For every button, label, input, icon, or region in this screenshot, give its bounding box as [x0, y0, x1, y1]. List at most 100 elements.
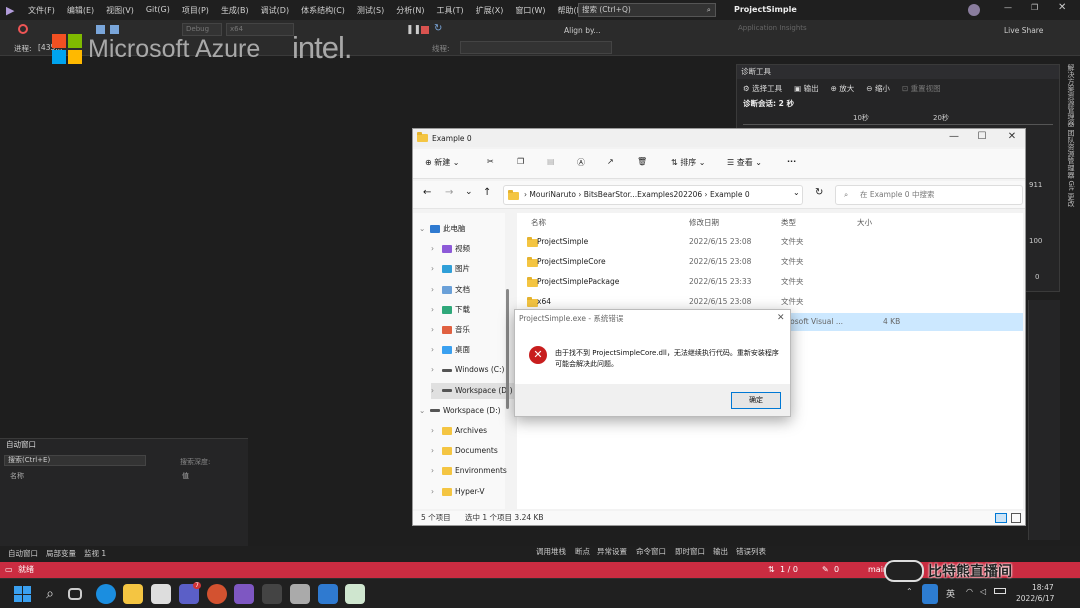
chevron-down-icon[interactable]: ⌄	[419, 403, 427, 419]
volume-icon[interactable]: ◁	[980, 587, 986, 596]
restore-icon[interactable]: ❐	[1031, 3, 1038, 12]
app-icon[interactable]	[345, 584, 365, 604]
chevron-right-icon[interactable]: ›	[431, 383, 439, 399]
pencil-icon[interactable]: ✎	[822, 562, 829, 578]
microphone-icon[interactable]	[922, 584, 938, 604]
forward-icon[interactable]: →	[445, 187, 453, 198]
up-icon[interactable]: ↑	[483, 187, 491, 198]
tab-locals[interactable]: 局部变量	[46, 548, 76, 559]
share-icon[interactable]: ↗	[607, 157, 614, 166]
tab-error-list[interactable]: 错误列表	[736, 546, 766, 557]
reset-view-button[interactable]: ⊡ 重置视图	[902, 83, 941, 94]
chevron-right-icon[interactable]: ›	[431, 302, 439, 318]
chevron-down-icon[interactable]: ⌄	[465, 187, 473, 197]
chevron-right-icon[interactable]: ›	[431, 443, 439, 459]
chevron-right-icon[interactable]: ›	[431, 241, 439, 257]
pause-icon[interactable]: ❚❚	[406, 25, 421, 35]
menu-item[interactable]: 生成(B)	[215, 5, 255, 16]
align-by-button[interactable]: Align by...	[564, 26, 600, 35]
tab-immediate-window[interactable]: 即时窗口	[675, 546, 705, 557]
chevron-right-icon[interactable]: ›	[431, 423, 439, 439]
chevron-up-icon[interactable]: ⌃	[906, 587, 913, 596]
thread-dropdown[interactable]	[460, 41, 612, 54]
sync-icon[interactable]: ⇅	[768, 562, 775, 578]
nav-item[interactable]: › 文档	[431, 282, 517, 298]
menu-item[interactable]: 调试(D)	[255, 5, 295, 16]
menu-item[interactable]: 项目(P)	[176, 5, 215, 16]
menu-item[interactable]: 工具(T)	[430, 5, 469, 16]
new-button[interactable]: ⊕ 新建 ⌄	[425, 157, 460, 168]
file-explorer-icon[interactable]	[123, 584, 143, 604]
visual-studio-icon[interactable]	[234, 584, 254, 604]
mail-icon[interactable]	[318, 584, 338, 604]
chevron-right-icon[interactable]: ›	[431, 322, 439, 338]
menu-item[interactable]: 测试(S)	[351, 5, 390, 16]
avatar[interactable]	[968, 4, 980, 16]
status-position[interactable]: 1 / 0	[780, 562, 798, 578]
nav-item[interactable]: › Environments	[431, 463, 517, 479]
search-icon[interactable]: ⌕	[40, 584, 60, 604]
clock-date[interactable]: 2022/6/17	[1016, 594, 1054, 603]
file-row[interactable]: ProjectSimple 2022/6/15 23:08 文件夹	[517, 233, 1023, 251]
chevron-right-icon[interactable]: ›	[431, 484, 439, 500]
menu-item[interactable]: 文件(F)	[22, 5, 61, 16]
breadcrumb-item[interactable]: BitsBearStor...Examples202206	[584, 190, 702, 199]
chevron-right-icon[interactable]: ›	[431, 463, 439, 479]
chevron-right-icon[interactable]: ›	[431, 342, 439, 358]
zoom-in-button[interactable]: ⊕ 放大	[831, 83, 855, 94]
restart-icon[interactable]: ↻	[434, 23, 442, 34]
select-tool-button[interactable]: ⚙ 选择工具	[743, 83, 782, 94]
save-icon[interactable]	[96, 25, 105, 34]
battery-icon[interactable]	[994, 588, 1006, 594]
wifi-icon[interactable]: ◠	[966, 587, 973, 596]
zoom-out-button[interactable]: ⊖ 缩小	[866, 83, 890, 94]
live-share-button[interactable]: Live Share	[1004, 26, 1043, 35]
nav-item[interactable]: › Workspace (D:)	[431, 382, 517, 399]
input-language[interactable]: 英	[946, 587, 955, 600]
nav-item[interactable]: › 视频	[431, 241, 517, 257]
col-type[interactable]: 类型	[781, 217, 796, 228]
tab-output[interactable]: 输出	[713, 546, 728, 557]
record-icon[interactable]	[18, 24, 28, 34]
nav-item[interactable]: › Windows (C:)	[431, 362, 517, 378]
package-icon[interactable]	[290, 584, 310, 604]
menu-item[interactable]: Git(G)	[140, 5, 176, 16]
nav-item[interactable]: ⌄ Workspace (D:)	[419, 403, 505, 419]
menu-item[interactable]: 分析(N)	[390, 5, 430, 16]
breadcrumb-item[interactable]: MouriNaruto	[529, 190, 576, 199]
back-icon[interactable]: ←	[423, 187, 431, 198]
start-icon[interactable]	[12, 584, 32, 604]
chevron-down-icon[interactable]: ⌄	[419, 221, 427, 237]
maximize-icon[interactable]: ☐	[975, 131, 989, 142]
tab-breakpoints[interactable]: 断点	[575, 546, 590, 557]
teams-icon[interactable]: 7	[179, 582, 201, 604]
clock-time[interactable]: 18:47	[1032, 583, 1054, 592]
col-date[interactable]: 修改日期	[689, 217, 719, 228]
cut-icon[interactable]: ✂	[487, 157, 494, 166]
autos-search-input[interactable]: 搜索(Ctrl+E)	[4, 455, 146, 466]
file-row[interactable]: ProjectSimplePackage 2022/6/15 23:33 文件夹	[517, 273, 1023, 291]
breadcrumb-item[interactable]: Example 0	[710, 190, 750, 199]
powerpoint-icon[interactable]	[207, 584, 227, 604]
vs-search-box[interactable]: 搜索 (Ctrl+Q) ⌕	[578, 3, 716, 17]
nav-item[interactable]: › 图片	[431, 261, 517, 277]
menu-item[interactable]: 扩展(X)	[470, 5, 510, 16]
copy-icon[interactable]: ❐	[517, 157, 524, 166]
rename-icon[interactable]: Ⓐ	[577, 157, 585, 168]
tab-watch[interactable]: 监视 1	[84, 548, 106, 559]
status-edits[interactable]: 0	[834, 562, 839, 578]
minimize-icon[interactable]: —	[1004, 3, 1012, 12]
nav-item[interactable]: › Archives	[431, 423, 517, 439]
sort-button[interactable]: ⇅ 排序 ⌄	[671, 157, 706, 168]
explorer-search-input[interactable]: ⌕ 在 Example 0 中搜索	[835, 185, 1023, 205]
close-icon[interactable]: ✕	[1058, 2, 1066, 13]
nav-item[interactable]: › 音乐	[431, 322, 517, 338]
menu-item[interactable]: 窗口(W)	[509, 5, 551, 16]
more-icon[interactable]: ···	[787, 157, 796, 166]
tab-call-stack[interactable]: 调用堆栈	[536, 546, 566, 557]
delete-icon[interactable]: 🗑	[637, 157, 647, 166]
nav-item[interactable]: › 桌面	[431, 342, 517, 358]
menu-item[interactable]: 编辑(E)	[61, 5, 100, 16]
details-view-icon[interactable]	[995, 513, 1007, 523]
tab-exception-settings[interactable]: 异常设置	[597, 546, 627, 557]
